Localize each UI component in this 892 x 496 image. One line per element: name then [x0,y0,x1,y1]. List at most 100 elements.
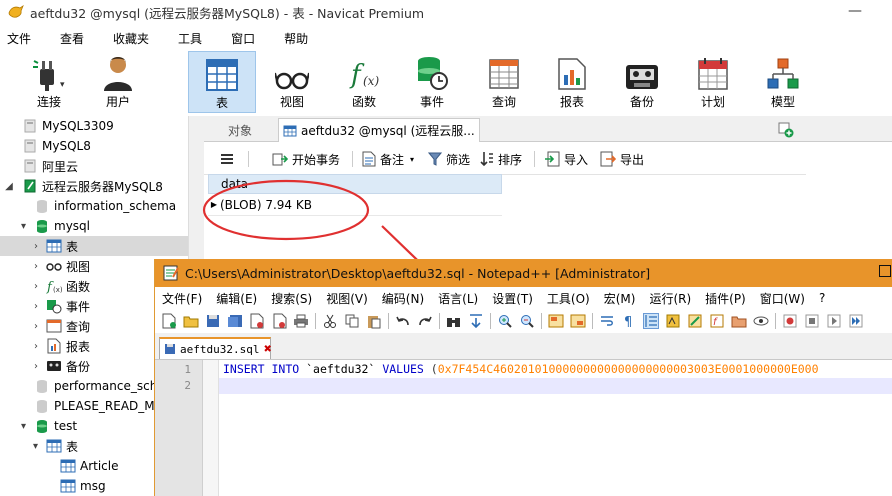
npp-menu-view[interactable]: 视图(V) [319,290,375,307]
open-file-icon[interactable] [183,313,199,329]
tree-item-label: PLEASE_READ_ME [54,399,163,413]
tab-objects[interactable]: 对象 [204,118,276,142]
maximize-button[interactable] [879,265,891,277]
add-green-icon[interactable] [778,122,794,138]
show-all-chars-icon[interactable]: ¶ [621,313,637,329]
word-wrap-icon[interactable] [599,313,615,329]
replace-icon[interactable] [468,313,484,329]
filter-button[interactable]: 筛选 [428,149,470,169]
print-icon[interactable] [293,313,309,329]
npp-menu-help[interactable]: ? [812,291,832,305]
event-button[interactable]: 事件 [404,51,460,113]
menu-window[interactable]: 窗口 [224,30,267,47]
sync-vertical-icon[interactable] [548,313,564,329]
expanded-arrow-icon[interactable]: ▾ [0,441,42,452]
save-icon[interactable] [205,313,221,329]
chevron-down-icon[interactable]: ▾ [410,155,414,164]
record-macro-icon[interactable] [782,313,798,329]
npp-menu-edit[interactable]: 编辑(E) [209,290,264,307]
collapsed-arrow-icon[interactable]: › [0,341,42,352]
npp-menu-window[interactable]: 窗口(W) [753,290,812,307]
npp-tab-aeftdu32[interactable]: aeftdu32.sql ✖ [159,337,272,359]
monitoring-eye-icon[interactable] [753,313,769,329]
npp-menu-tools[interactable]: 工具(O) [540,290,597,307]
tree-item-label: test [54,419,78,433]
undo-icon[interactable] [395,313,411,329]
copy-icon[interactable] [344,313,360,329]
tree-item-tables[interactable]: › 表 [0,236,188,256]
collapsed-arrow-icon[interactable]: › [0,321,42,332]
tree-item-label: 备份 [66,359,91,374]
expanded-arrow-icon[interactable]: ◢ [0,181,18,192]
play-multiple-icon[interactable] [848,313,864,329]
minimize-button[interactable]: — [848,3,862,19]
query-button[interactable]: 查询 [476,51,532,113]
zoom-in-icon[interactable] [497,313,513,329]
npp-menu-run[interactable]: 运行(R) [642,290,698,307]
tree-item-information-schema[interactable]: information_schema [0,196,188,216]
connect-button[interactable]: ▾ 连接 [14,51,84,113]
tree-item-mysql3309[interactable]: MySQL3309 [0,116,188,136]
find-icon[interactable] [446,313,462,329]
import-button[interactable]: 导入 [544,149,588,169]
close-tab-icon[interactable]: ✖ [263,344,271,355]
table-row[interactable]: ▶ (BLOB) 7.94 KB [208,194,502,216]
table-button[interactable]: 表 [188,51,256,113]
folder-workspace-icon[interactable] [731,313,747,329]
close-all-icon[interactable] [271,313,287,329]
menu-file[interactable]: 文件 [0,30,43,47]
backup-button[interactable]: 备份 [614,51,670,113]
column-header-data[interactable]: data [208,174,502,194]
collapsed-arrow-icon[interactable]: › [0,281,42,292]
view-button[interactable]: 视图 [264,51,320,113]
collapsed-arrow-icon[interactable]: › [0,261,42,272]
npp-menu-language[interactable]: 语言(L) [431,290,485,307]
expanded-arrow-icon[interactable]: ▾ [0,221,30,232]
tree-item-aliyun[interactable]: 阿里云 [0,156,188,176]
npp-menu-settings[interactable]: 设置(T) [485,290,540,307]
cut-icon[interactable] [322,313,338,329]
begin-transaction-button[interactable]: 开始事务 [272,149,340,169]
collapsed-arrow-icon[interactable]: › [0,241,42,252]
stop-macro-icon[interactable] [804,313,820,329]
tree-item-remote-server[interactable]: ◢ 远程云服务器MySQL8 [0,176,188,196]
zoom-out-icon[interactable] [519,313,535,329]
save-all-icon[interactable] [227,313,243,329]
export-button[interactable]: 导出 [600,149,644,169]
paste-icon[interactable] [366,313,382,329]
redo-icon[interactable] [417,313,433,329]
new-file-icon[interactable] [161,313,177,329]
npp-menu-file[interactable]: 文件(F) [155,290,209,307]
sync-horizontal-icon[interactable] [570,313,586,329]
play-macro-icon[interactable] [826,313,842,329]
sort-button[interactable]: 排序 [480,149,522,169]
collapsed-arrow-icon[interactable]: › [0,301,42,312]
expanded-arrow-icon[interactable]: ▾ [0,421,30,432]
tree-item-mysql8[interactable]: MySQL8 [0,136,188,156]
npp-menu-search[interactable]: 搜索(S) [264,290,319,307]
code-editor[interactable]: 1 2 INSERT INTO `aeftdu32` VALUES (0x7F4… [155,359,892,496]
npp-menu-macro[interactable]: 宏(M) [597,290,643,307]
function-list-icon[interactable]: f [709,313,725,329]
language-icon[interactable] [665,313,681,329]
note-button[interactable]: 备注 ▾ [362,149,414,169]
menu-favorites[interactable]: 收藏夹 [106,30,161,47]
npp-menu-encoding[interactable]: 编码(N) [375,290,431,307]
function-button[interactable]: f (x) 函数 [336,51,392,113]
user-button[interactable]: 用户 [96,51,140,113]
menu-hamburger-button[interactable] [220,149,238,169]
tab-table-data[interactable]: aeftdu32 @mysql (远程云服... [278,118,480,142]
collapsed-arrow-icon[interactable]: › [0,361,42,372]
model-button[interactable]: 模型 [756,51,810,113]
close-file-icon[interactable] [249,313,265,329]
npp-menu-plugins[interactable]: 插件(P) [698,290,753,307]
indent-guide-icon[interactable] [643,313,659,329]
tree-item-mysql-db[interactable]: ▾ mysql [0,216,188,236]
menu-help[interactable]: 帮助 [277,30,320,47]
blob-cell[interactable]: (BLOB) 7.94 KB [220,198,312,212]
menu-tools[interactable]: 工具 [171,30,214,47]
report-button[interactable]: 报表 [546,51,598,113]
doc-map-icon[interactable] [687,313,703,329]
menu-view[interactable]: 查看 [53,30,96,47]
schedule-button[interactable]: 计划 [686,51,740,113]
